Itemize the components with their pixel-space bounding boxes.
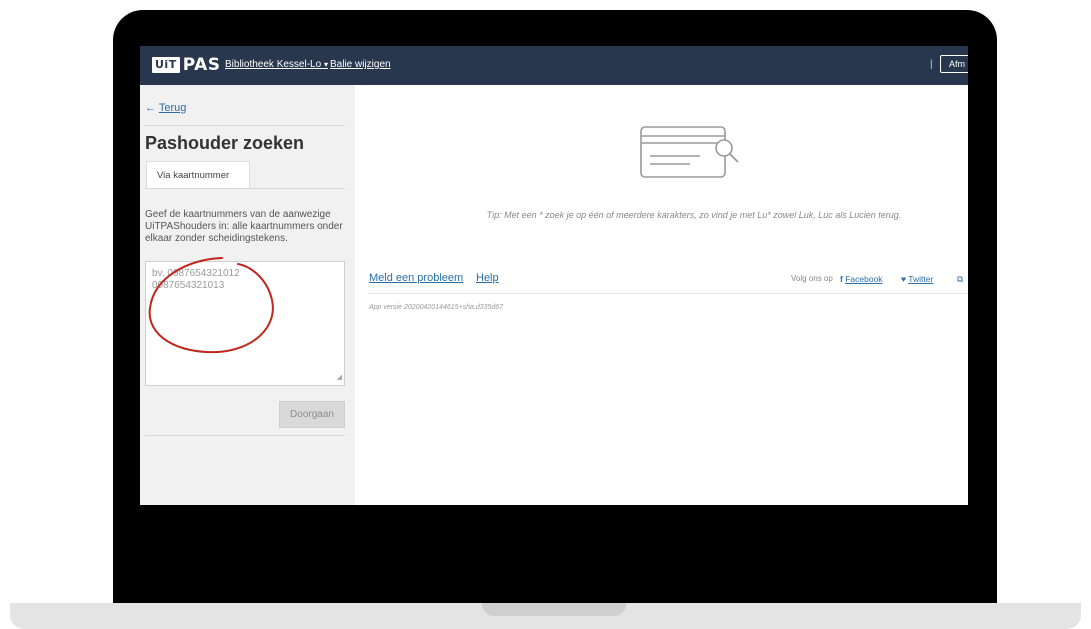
laptop-notch	[482, 603, 626, 616]
app-screen: UiT PAS Bibliotheek Kessel-Lo ▾ Balie wi…	[140, 46, 968, 505]
annotation-circle	[148, 257, 274, 354]
